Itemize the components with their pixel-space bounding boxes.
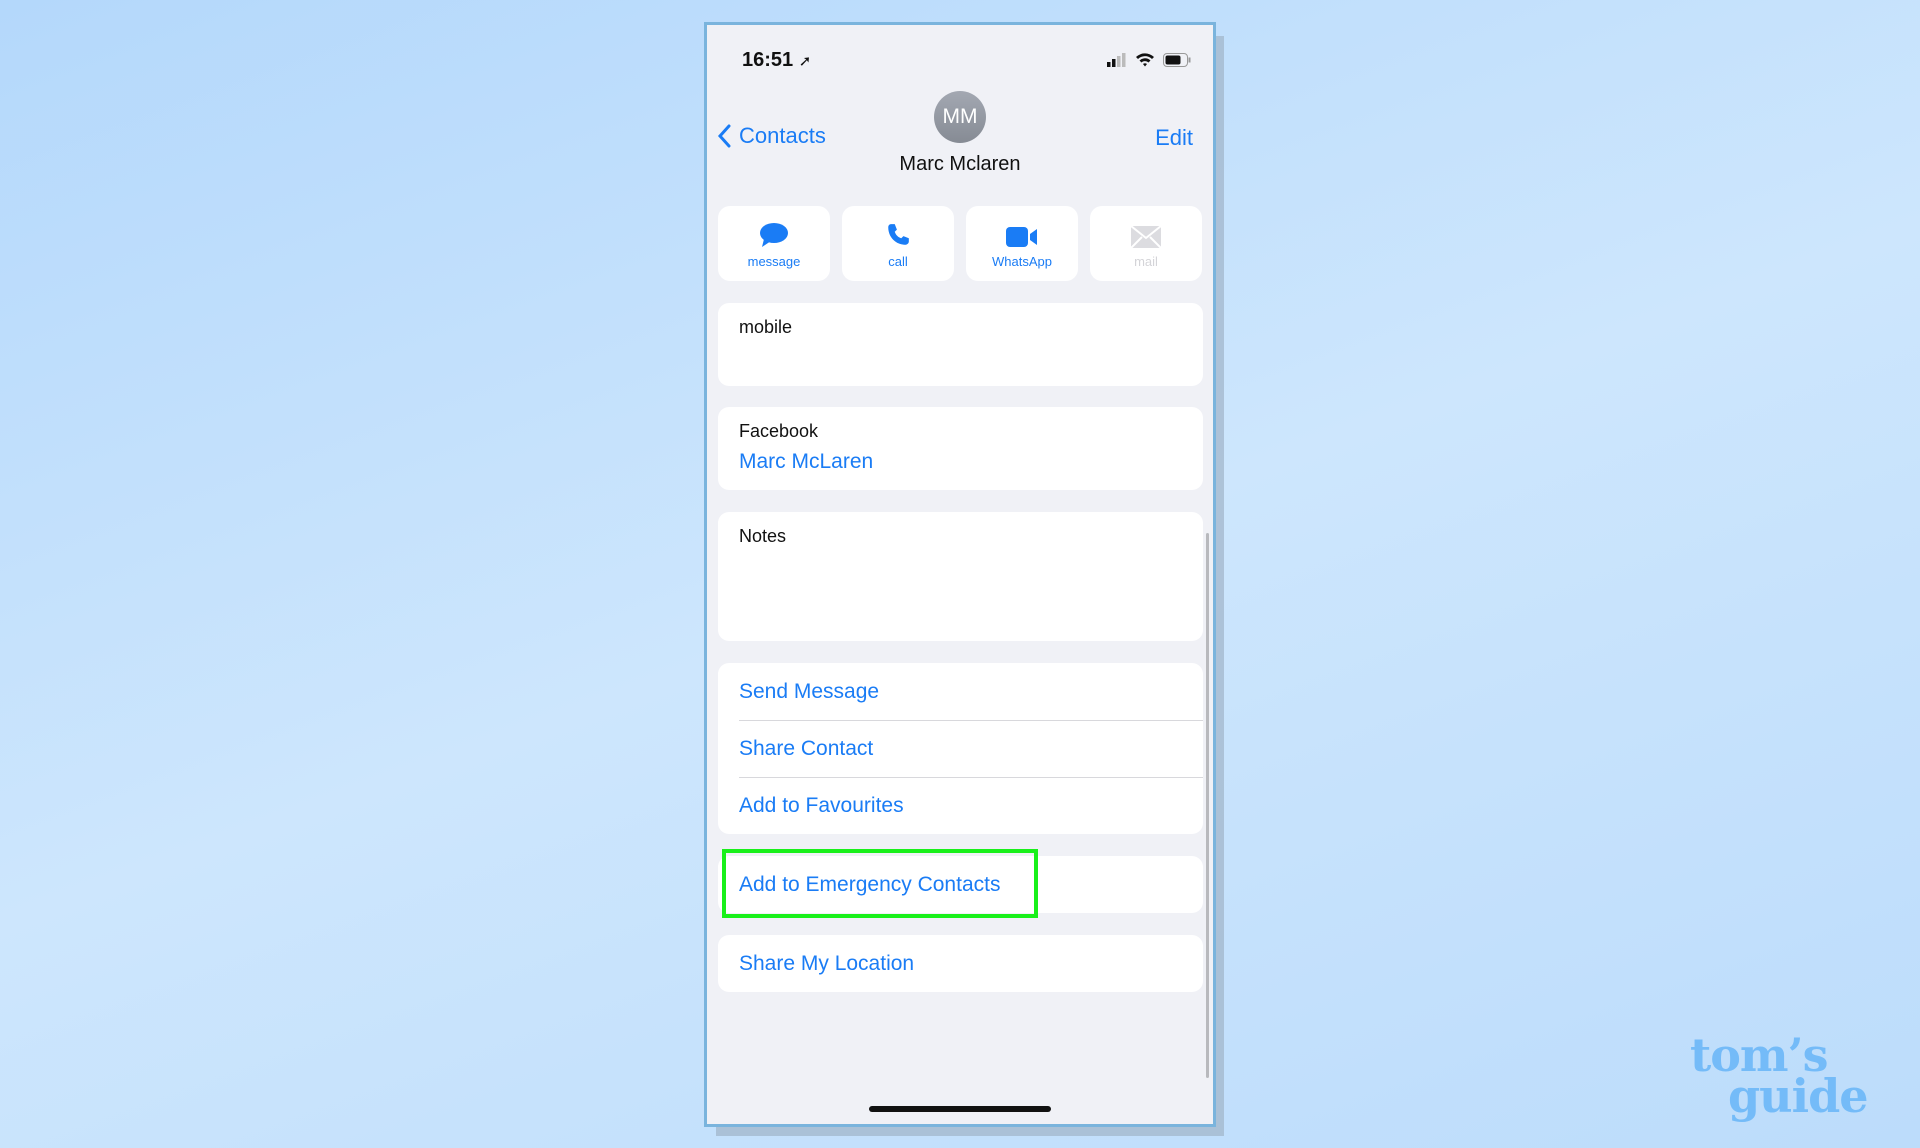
chevron-left-icon <box>717 124 731 148</box>
mail-label: mail <box>1134 254 1158 269</box>
location-arrow-icon: ➚ <box>798 53 812 70</box>
video-icon <box>1006 227 1037 247</box>
facebook-link[interactable]: Marc McLaren <box>739 450 873 474</box>
message-button[interactable]: message <box>718 206 830 281</box>
message-label: message <box>747 254 801 269</box>
mail-button[interactable]: mail <box>1090 206 1202 281</box>
back-button[interactable]: Contacts <box>717 123 826 149</box>
status-time: 16:51 ➚ <box>742 49 811 72</box>
wifi-icon <box>1136 53 1154 67</box>
location-group: Share My Location <box>718 935 1203 992</box>
whatsapp-button[interactable]: WhatsApp <box>966 206 1078 281</box>
toms-guide-logo: tom’s guide <box>1690 1028 1869 1124</box>
edit-button[interactable]: Edit <box>1155 125 1193 151</box>
status-icons <box>1107 52 1191 67</box>
add-favourites-button[interactable]: Add to Favourites <box>718 777 1203 834</box>
scrollbar[interactable] <box>1206 533 1209 1078</box>
mail-icon <box>1131 226 1161 248</box>
home-indicator[interactable] <box>869 1106 1051 1112</box>
facebook-label: Facebook <box>739 421 819 441</box>
share-location-button[interactable]: Share My Location <box>718 935 1203 992</box>
phone-screen: 16:51 ➚ Contacts MM Edit Marc Mclaren me… <box>704 22 1216 1127</box>
phone-icon <box>888 224 909 245</box>
whatsapp-label: WhatsApp <box>992 254 1052 269</box>
actions-group: Send Message Share Contact Add to Favour… <box>718 663 1203 834</box>
message-bubble-icon <box>760 223 788 247</box>
notes-label: Notes <box>739 526 787 546</box>
mobile-label: mobile <box>739 317 793 337</box>
mobile-card[interactable]: mobile <box>718 303 1203 386</box>
send-message-button[interactable]: Send Message <box>718 663 1203 720</box>
facebook-card[interactable]: Facebook Marc McLaren <box>718 407 1203 490</box>
battery-icon <box>1163 53 1191 67</box>
call-button[interactable]: call <box>842 206 954 281</box>
time-text: 16:51 <box>742 49 794 71</box>
avatar-initials: MM <box>942 105 978 128</box>
highlight-box <box>722 849 1038 918</box>
notes-card[interactable]: Notes <box>718 512 1203 641</box>
signal-icon <box>1107 53 1126 67</box>
contact-name: Marc Mclaren <box>899 153 1021 175</box>
share-contact-button[interactable]: Share Contact <box>718 720 1203 777</box>
call-label: call <box>888 254 908 269</box>
back-label: Contacts <box>739 123 826 148</box>
avatar: MM <box>934 91 986 143</box>
